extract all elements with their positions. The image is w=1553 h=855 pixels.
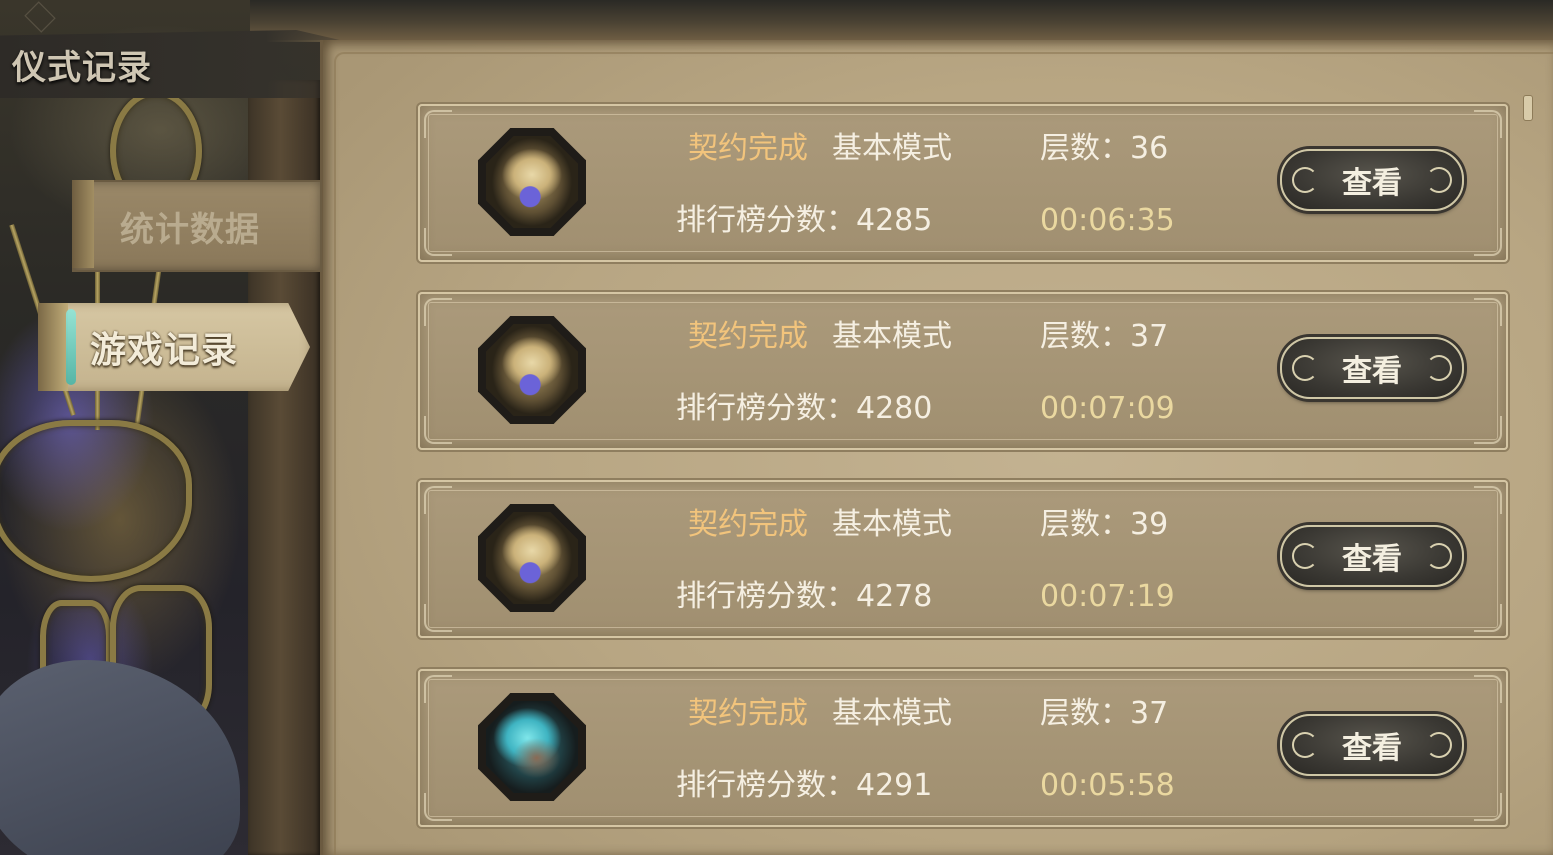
- corner-flourish: [424, 604, 452, 632]
- tab-statistics[interactable]: 统计数据: [72, 180, 322, 272]
- cage-body-ornament: [0, 420, 192, 582]
- corner-flourish: [1474, 604, 1502, 632]
- scroll-curl-icon: [1426, 732, 1452, 758]
- active-tab-indicator: [66, 309, 76, 385]
- tab-cap-ornament: [72, 180, 94, 268]
- view-button-label: 查看: [1342, 354, 1402, 389]
- record-card: 契约完成 基本模式 层数：36 排行榜分数：4285 00:06:35 查看: [418, 104, 1508, 262]
- game-mode: 基本模式: [832, 507, 952, 542]
- record-card: 契约完成 基本模式 层数：39 排行榜分数：4278 00:07:19 查看: [418, 480, 1508, 638]
- floor-count: 层数：36: [1040, 131, 1169, 166]
- view-button[interactable]: 查看: [1280, 337, 1464, 399]
- run-duration: 00:06:35: [1040, 203, 1175, 238]
- corner-flourish: [1474, 298, 1502, 326]
- corner-flourish: [1474, 110, 1502, 138]
- game-mode: 基本模式: [832, 131, 952, 166]
- floor-count: 层数：39: [1040, 507, 1169, 542]
- leaderboard-score: 排行榜分数：4285: [676, 203, 933, 238]
- record-card: 契约完成 基本模式 层数：37 排行榜分数：4291 00:05:58 查看: [418, 669, 1508, 827]
- corner-flourish: [424, 793, 452, 821]
- corner-flourish: [424, 298, 452, 326]
- corner-flourish: [1474, 486, 1502, 514]
- blonde-hero-portrait-icon: [478, 504, 586, 612]
- view-button[interactable]: 查看: [1280, 149, 1464, 211]
- record-card: 契约完成 基本模式 层数：37 排行榜分数：4280 00:07:09 查看: [418, 292, 1508, 450]
- tab-game-records-label: 游戏记录: [90, 329, 239, 371]
- blonde-hero-portrait-icon: [478, 316, 586, 424]
- floor-count: 层数：37: [1040, 696, 1169, 731]
- corner-flourish: [1474, 793, 1502, 821]
- view-button[interactable]: 查看: [1280, 714, 1464, 776]
- view-button-label: 查看: [1342, 542, 1402, 577]
- corner-flourish: [424, 110, 452, 138]
- scroll-curl-icon: [1426, 355, 1452, 381]
- game-mode: 基本模式: [832, 319, 952, 354]
- contract-status: 契约完成: [688, 696, 808, 731]
- scroll-curl-icon: [1292, 355, 1318, 381]
- leaderboard-score: 排行榜分数：4280: [676, 391, 933, 426]
- game-record-screen: 仪式记录 统计数据 游戏记录 契约完成 基本模式 层数：36 排行榜分数：428…: [0, 0, 1553, 855]
- contract-status: 契约完成: [688, 507, 808, 542]
- tab-game-records[interactable]: 游戏记录: [38, 303, 310, 391]
- corner-flourish: [1474, 416, 1502, 444]
- corner-flourish: [424, 486, 452, 514]
- view-button-label: 查看: [1342, 731, 1402, 766]
- corner-flourish: [1474, 675, 1502, 703]
- teal-hair-hero-portrait-icon: [478, 693, 586, 801]
- page-title: 仪式记录: [12, 48, 152, 88]
- leaderboard-score: 排行榜分数：4291: [676, 768, 933, 803]
- scroll-curl-icon: [1292, 543, 1318, 569]
- contract-status: 契约完成: [688, 131, 808, 166]
- view-button-label: 查看: [1342, 166, 1402, 201]
- scroll-curl-icon: [1292, 732, 1318, 758]
- scroll-curl-icon: [1426, 543, 1452, 569]
- scroll-curl-icon: [1292, 167, 1318, 193]
- contract-status: 契约完成: [688, 319, 808, 354]
- tab-cap-ornament: [38, 303, 68, 391]
- run-duration: 00:07:09: [1040, 391, 1175, 426]
- corner-flourish: [424, 416, 452, 444]
- corner-flourish: [424, 675, 452, 703]
- scrollbar-thumb[interactable]: [1523, 95, 1533, 121]
- blonde-hero-portrait-icon: [478, 128, 586, 236]
- floor-count: 层数：37: [1040, 319, 1169, 354]
- tab-statistics-label: 统计数据: [120, 209, 260, 250]
- game-mode: 基本模式: [832, 696, 952, 731]
- leaderboard-score: 排行榜分数：4278: [676, 579, 933, 614]
- corner-flourish: [1474, 228, 1502, 256]
- scroll-curl-icon: [1426, 167, 1452, 193]
- run-duration: 00:05:58: [1040, 768, 1175, 803]
- corner-flourish: [424, 228, 452, 256]
- run-duration: 00:07:19: [1040, 579, 1175, 614]
- view-button[interactable]: 查看: [1280, 525, 1464, 587]
- top-frame: [250, 0, 1553, 42]
